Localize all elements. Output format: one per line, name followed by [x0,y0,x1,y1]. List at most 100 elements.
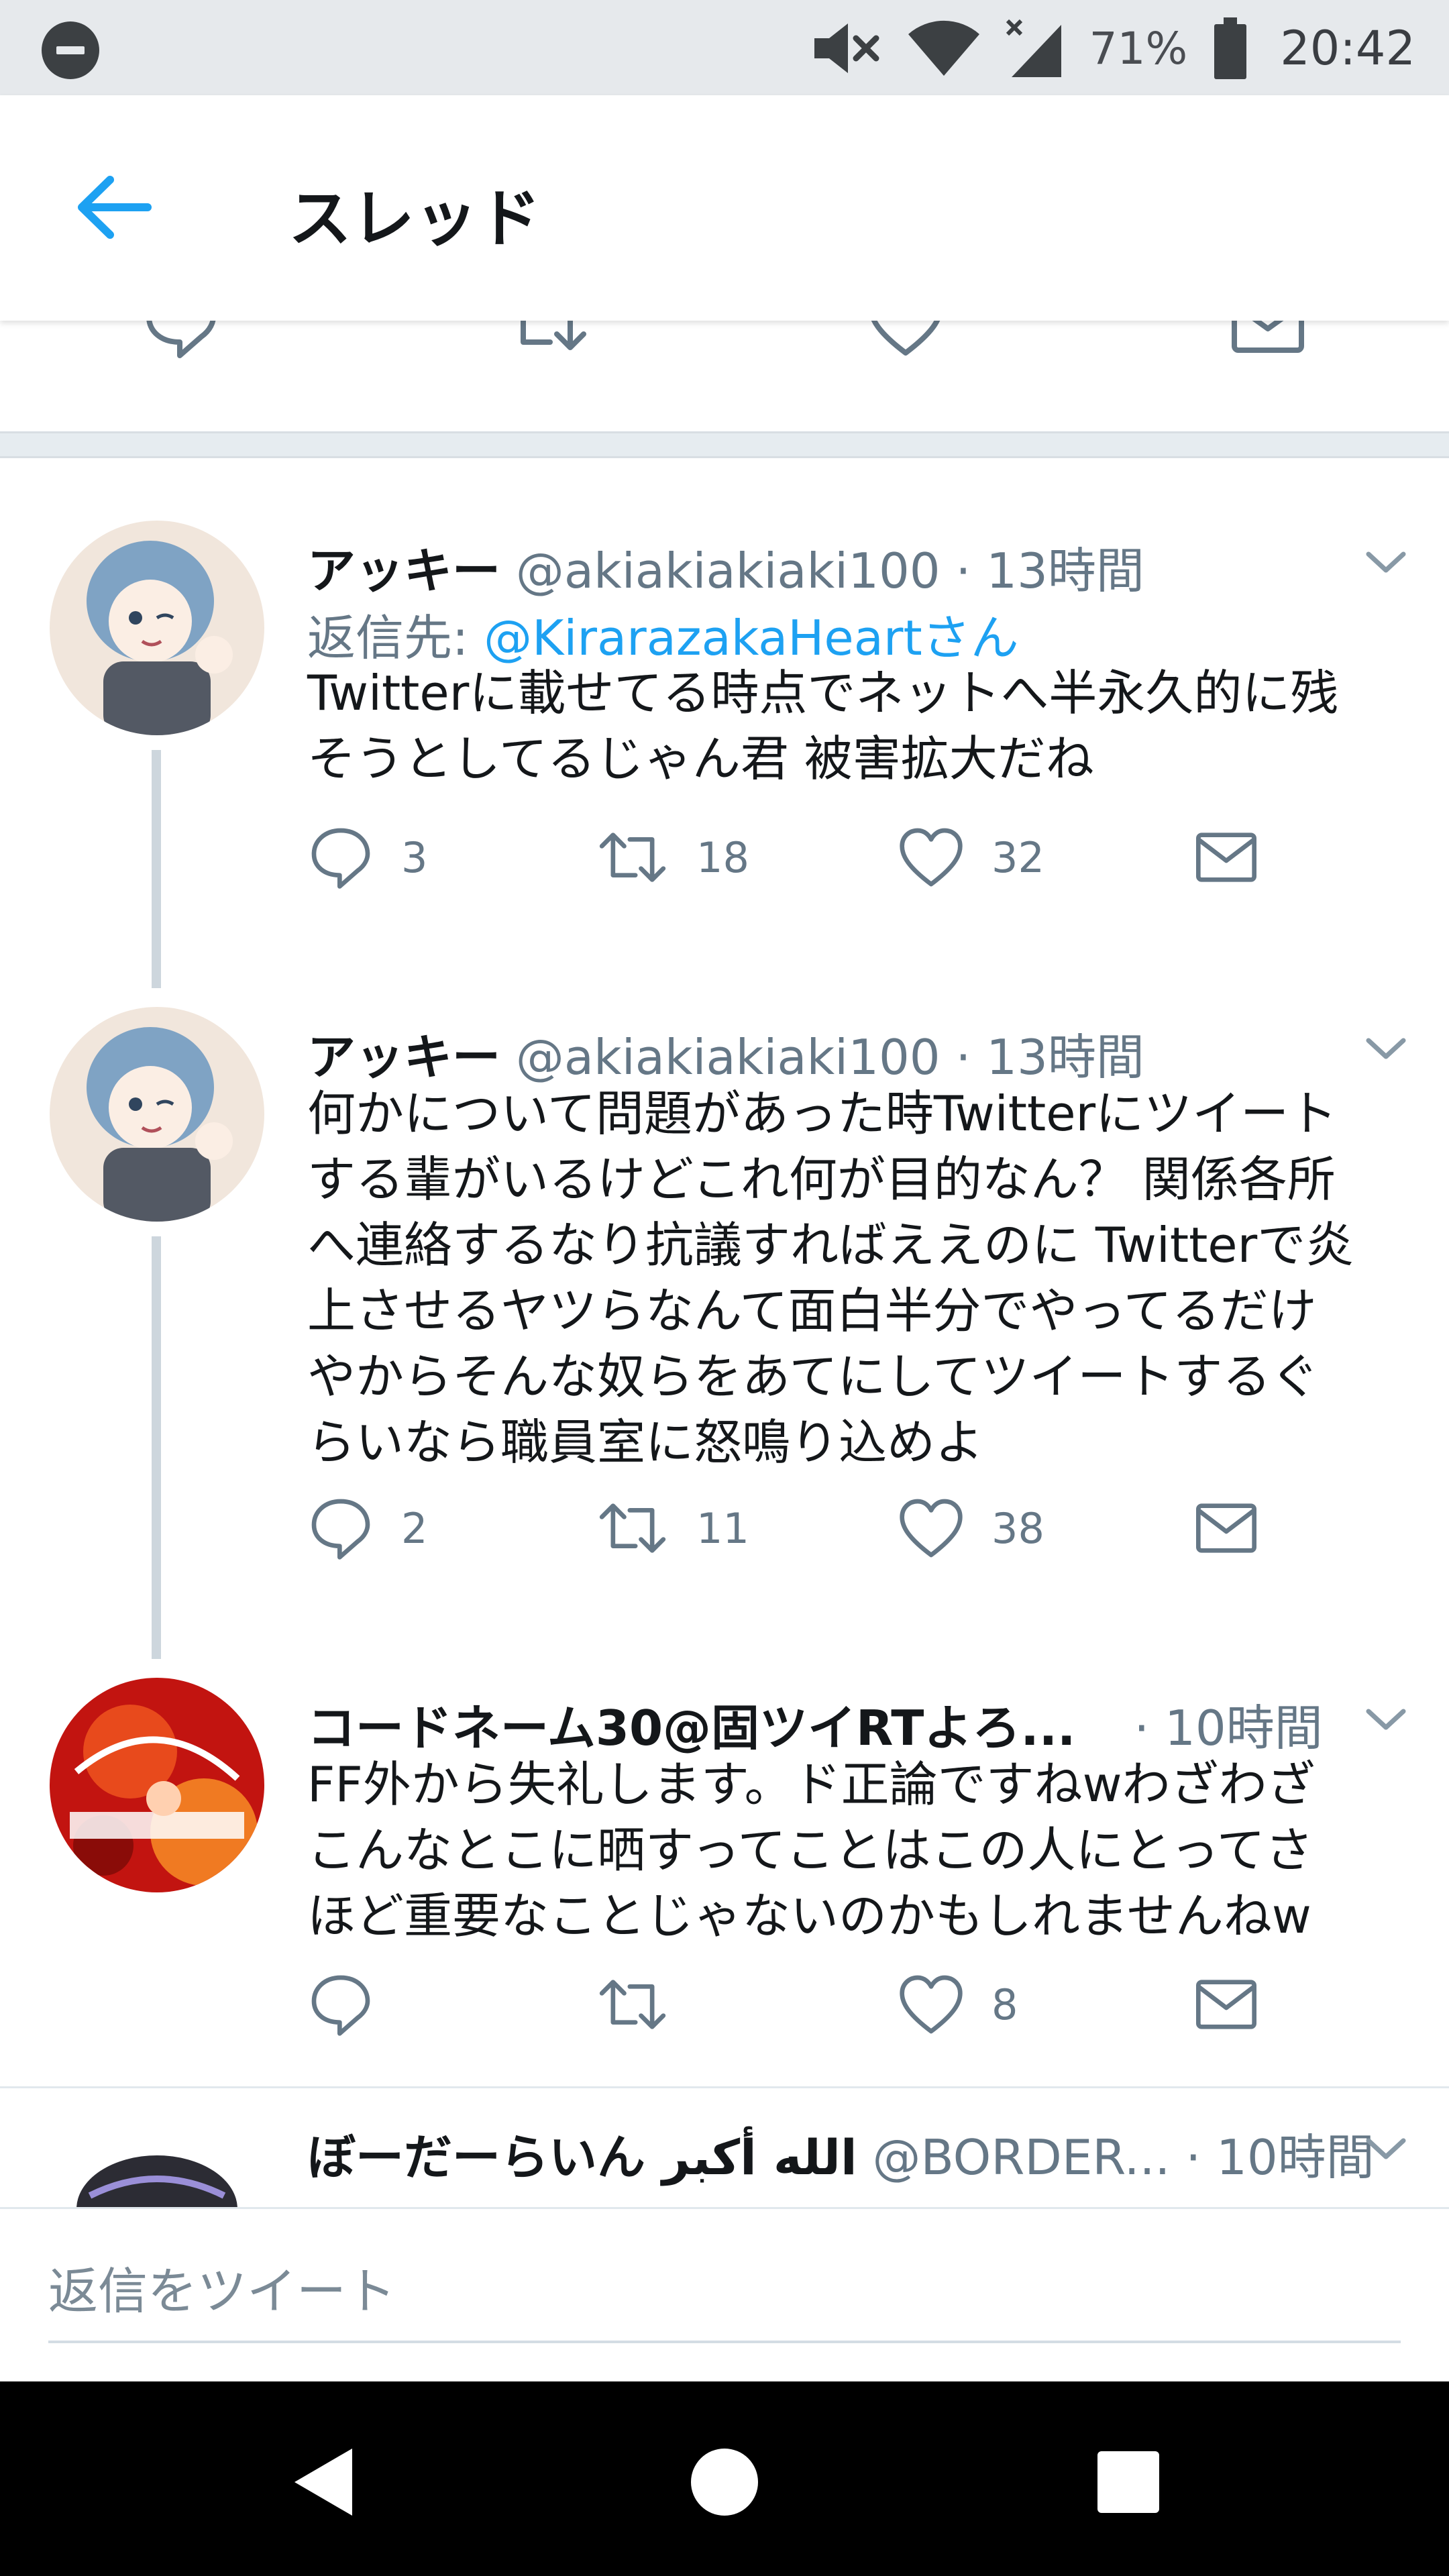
thread-line [152,750,161,988]
tweet-actions: 3 18 32 [307,820,1381,894]
user-handle[interactable]: @akiakiakiaki100 [516,1029,941,1085]
user-name[interactable]: コードネーム30@固ツイRTよろ... [307,1700,1075,1756]
app-bar: スレッド [0,95,1449,321]
tweet-text-line: ほど重要なことじゃないのかもしれませんねw [307,1888,1311,1944]
page-title: スレッド [288,182,541,256]
like-icon [900,1975,963,2034]
chevron-down-icon[interactable] [1364,2135,1407,2162]
chevron-down-icon[interactable] [1364,1706,1407,1733]
retweet-button[interactable]: 11 [596,1491,749,1565]
retweet-count: 11 [696,1503,749,1553]
retweet-icon [599,1980,666,2029]
tweet-text-line: へ連絡するなり抗議すればええのに Twitterで炎 [307,1217,1354,1273]
like-count: 38 [991,1503,1044,1553]
like-button[interactable]: 8 [898,1968,1018,2041]
chevron-down-icon[interactable] [1364,1035,1407,1062]
reply-button[interactable]: 3 [307,820,427,894]
reply-composer [0,2207,1449,2381]
like-count: 8 [991,1980,1018,2029]
tweet-text-line: こんなとこに晒すってことはこの人にとってさ [307,1822,1313,1878]
nav-back-icon[interactable] [285,2442,366,2522]
tweet-text-line: FF外から失礼します。ド正論ですねwわざわざ [307,1756,1316,1813]
user-handle[interactable]: @BORDER... [873,2129,1171,2186]
reply-label: 返信先: [307,610,469,666]
reply-mention-link[interactable]: @KirarazakaHeartさん [484,610,1019,666]
tweet-1[interactable]: アッキー @akiakiakiaki100 · 13時間 返信先: @Kirar… [0,502,1449,988]
tweet-time: · 13時間 [955,1029,1144,1085]
share-button[interactable] [1193,1491,1260,1565]
reply-context: 返信先: @KirarazakaHeartさん [307,598,1019,669]
like-icon[interactable] [865,321,946,361]
thread-line [152,1236,161,1659]
tweet-text: FF外から失礼します。ド正論ですねwわざわざ こんなとこに晒すってことはこの人に… [307,1752,1407,1949]
share-message-icon [1196,1980,1256,2029]
tweet-2[interactable]: アッキー @akiakiakiaki100 · 13時間 何かについて問題があっ… [0,988,1449,1659]
like-button[interactable]: 38 [898,1491,1044,1565]
retweet-icon [599,1503,666,1553]
tweet-text-line: やからそんな奴らをあてにしてツイートするぐ [307,1348,1320,1405]
battery-icon [1214,17,1247,79]
tweet-actions: 2 11 38 [307,1491,1381,1565]
tweet-text-line: 上させるヤツらなんて面白半分でやってるだけ [307,1283,1317,1339]
reply-button[interactable] [307,1968,401,2041]
reply-count: 2 [401,1503,428,1553]
avatar[interactable] [50,2135,264,2207]
tweet-text: Twitterに載せてる時点でネットへ半永久的に残 そうとしてるじゃん君 被害拡… [307,660,1407,792]
back-arrow-icon[interactable] [74,170,154,244]
avatar[interactable] [50,1007,264,1222]
like-icon [900,828,963,887]
avatar[interactable] [50,521,264,735]
reply-icon [311,1499,370,1560]
retweet-button[interactable] [596,1968,696,2041]
tweet-header: コードネーム30@固ツイRTよろ... · 10時間 [307,1688,1323,1759]
status-clock: 20:42 [1280,21,1415,76]
tweet-text-line: らいなら職員室に怒鳴り込めよ [307,1414,984,1470]
nav-home-icon[interactable] [684,2442,765,2522]
thread-content: アッキー @akiakiakiaki100 · 13時間 返信先: @Kirar… [0,321,1449,2207]
reply-button[interactable]: 2 [307,1491,427,1565]
reply-icon[interactable] [141,321,221,361]
tweet-3[interactable]: コードネーム30@固ツイRTよろ... · 10時間 FF外から失礼します。ド正… [0,1659,1449,2082]
tweet-text-line: する輩がいるけどこれ何が目的なん？ 関係各所 [307,1151,1336,1208]
share-button[interactable] [1193,1968,1260,2041]
user-handle[interactable]: @akiakiakiaki100 [516,543,941,599]
tweet-4[interactable]: ぼーだーらいん الله أكبر @BORDER... · 10時間 [0,2088,1449,2207]
tweet-time: · 10時間 [1185,2129,1375,2186]
system-nav-bar [0,2381,1449,2576]
reply-input[interactable] [48,2243,1401,2343]
tweet-time: · 13時間 [955,543,1144,599]
user-name[interactable]: アッキー [307,1029,500,1085]
reply-icon [311,828,370,889]
share-message-icon [1196,1503,1256,1553]
avatar[interactable] [50,1678,264,1892]
signal-icon [1006,19,1061,77]
tweet-actions: 8 [307,1968,1381,2041]
tweet-header: アッキー @akiakiakiaki100 · 13時間 [307,531,1144,602]
mute-icon [814,23,879,73]
tweet-time: · 10時間 [1134,1700,1323,1756]
parent-tweet-actions [0,321,1449,388]
tweet-header: ぼーだーらいん الله أكبر @BORDER... · 10時間 [307,2118,1375,2188]
status-bar: 71% 20:42 [0,0,1449,95]
tweet-header: アッキー @akiakiakiaki100 · 13時間 [307,1018,1144,1088]
do-not-disturb-icon [42,21,99,79]
tweet-text-line: Twitterに載せてる時点でネットへ半永久的に残 [307,665,1339,721]
like-button[interactable]: 32 [898,820,1044,894]
retweet-button[interactable]: 18 [596,820,749,894]
user-name[interactable]: アッキー [307,543,500,599]
share-button[interactable] [1193,820,1260,894]
share-message-icon[interactable] [1228,321,1308,361]
retweet-count: 18 [696,833,749,882]
user-name[interactable]: ぼーだーらいん الله أكبر [307,2129,857,2186]
retweet-icon[interactable] [503,321,590,361]
like-icon [900,1499,963,1558]
chevron-down-icon[interactable] [1364,549,1407,576]
retweet-icon [599,833,666,882]
battery-percentage: 71% [1089,22,1188,74]
share-message-icon [1196,833,1256,882]
wifi-icon [908,20,979,76]
reply-count: 3 [401,833,428,882]
nav-recents-icon[interactable] [1088,2442,1169,2522]
tweet-text: 何かについて問題があった時Twitterにツイート する輩がいるけどこれ何が目的… [307,1081,1407,1475]
tweet-text-line: そうとしてるじゃん君 被害拡大だね [307,731,1094,787]
